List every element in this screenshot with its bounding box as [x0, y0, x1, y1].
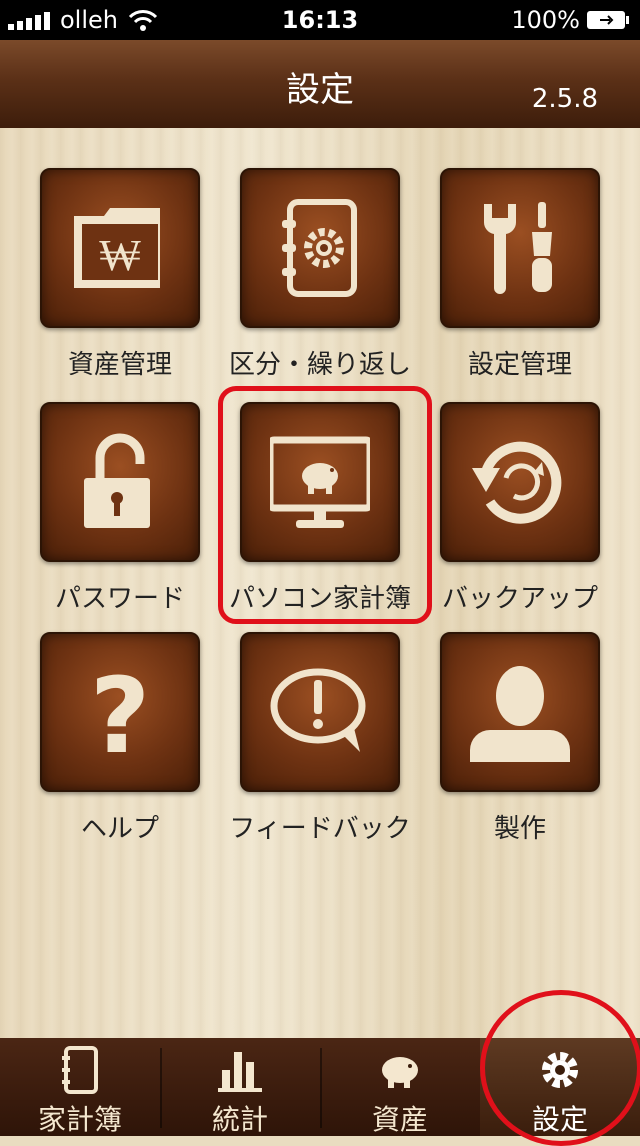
credits-button[interactable] — [440, 632, 600, 792]
category-repeat-button[interactable] — [240, 168, 400, 328]
status-bar: olleh 16:13 100% — [0, 0, 640, 40]
tab-household[interactable]: 家計簿 — [0, 1038, 160, 1136]
tab-statistics[interactable]: 統計 — [160, 1038, 320, 1136]
question-mark-icon: ? — [90, 662, 150, 762]
settings-management-tile[interactable]: 設定管理 — [440, 168, 600, 380]
tools-icon — [483, 202, 552, 294]
person-silhouette-icon — [470, 666, 570, 762]
password-button[interactable] — [40, 402, 200, 562]
piggy-bank-icon — [382, 1057, 418, 1088]
bar-chart-icon — [218, 1052, 262, 1092]
tab-label: 統計 — [211, 1103, 268, 1136]
tab-assets[interactable]: 資産 — [320, 1038, 480, 1136]
category-repeat-tile[interactable]: 区分・繰り返し — [229, 168, 411, 380]
settings-management-button[interactable] — [440, 168, 600, 328]
speech-bubble-exclamation-icon — [270, 668, 366, 752]
battery-icon — [587, 11, 629, 29]
settings-grid: ₩ 資産管理 区分・繰り返し 設定管理 パスワード パソコン家計簿 バックアップ… — [0, 128, 640, 1038]
tile-label: 製作 — [493, 814, 546, 844]
credits-tile[interactable]: 製作 — [440, 632, 600, 844]
pc-household-button[interactable] — [240, 402, 400, 562]
highlight-annotation — [480, 990, 640, 1146]
tab-label: 家計簿 — [37, 1103, 122, 1136]
unlocked-padlock-icon — [84, 433, 150, 528]
feedback-tile[interactable]: フィードバック — [229, 632, 411, 844]
tile-label: 設定管理 — [467, 350, 572, 380]
tab-label: 資産 — [371, 1103, 428, 1136]
asset-management-tile[interactable]: ₩ 資産管理 — [40, 168, 200, 380]
battery-percentage: 100% — [511, 6, 580, 34]
sync-arrows-icon — [472, 441, 562, 524]
backup-tile[interactable]: バックアップ — [440, 402, 600, 614]
version-label: 2.5.8 — [531, 84, 598, 114]
help-tile[interactable]: ? ヘルプ — [40, 632, 200, 844]
pc-household-tile[interactable]: パソコン家計簿 — [229, 402, 411, 614]
monitor-piggy-icon — [270, 436, 370, 528]
asset-management-button[interactable]: ₩ — [40, 168, 200, 328]
svg-text:?: ? — [90, 662, 150, 762]
navigation-bar: 設定 2.5.8 — [0, 40, 640, 128]
password-tile[interactable]: パスワード — [40, 402, 200, 614]
feedback-button[interactable] — [240, 632, 400, 792]
tile-label: バックアップ — [441, 584, 598, 614]
notebook-icon — [62, 1046, 98, 1094]
notebook-gear-icon — [282, 199, 357, 297]
wallet-won-icon: ₩ — [74, 208, 160, 288]
svg-text:₩: ₩ — [99, 230, 141, 281]
help-button[interactable]: ? — [40, 632, 200, 792]
backup-button[interactable] — [440, 402, 600, 562]
